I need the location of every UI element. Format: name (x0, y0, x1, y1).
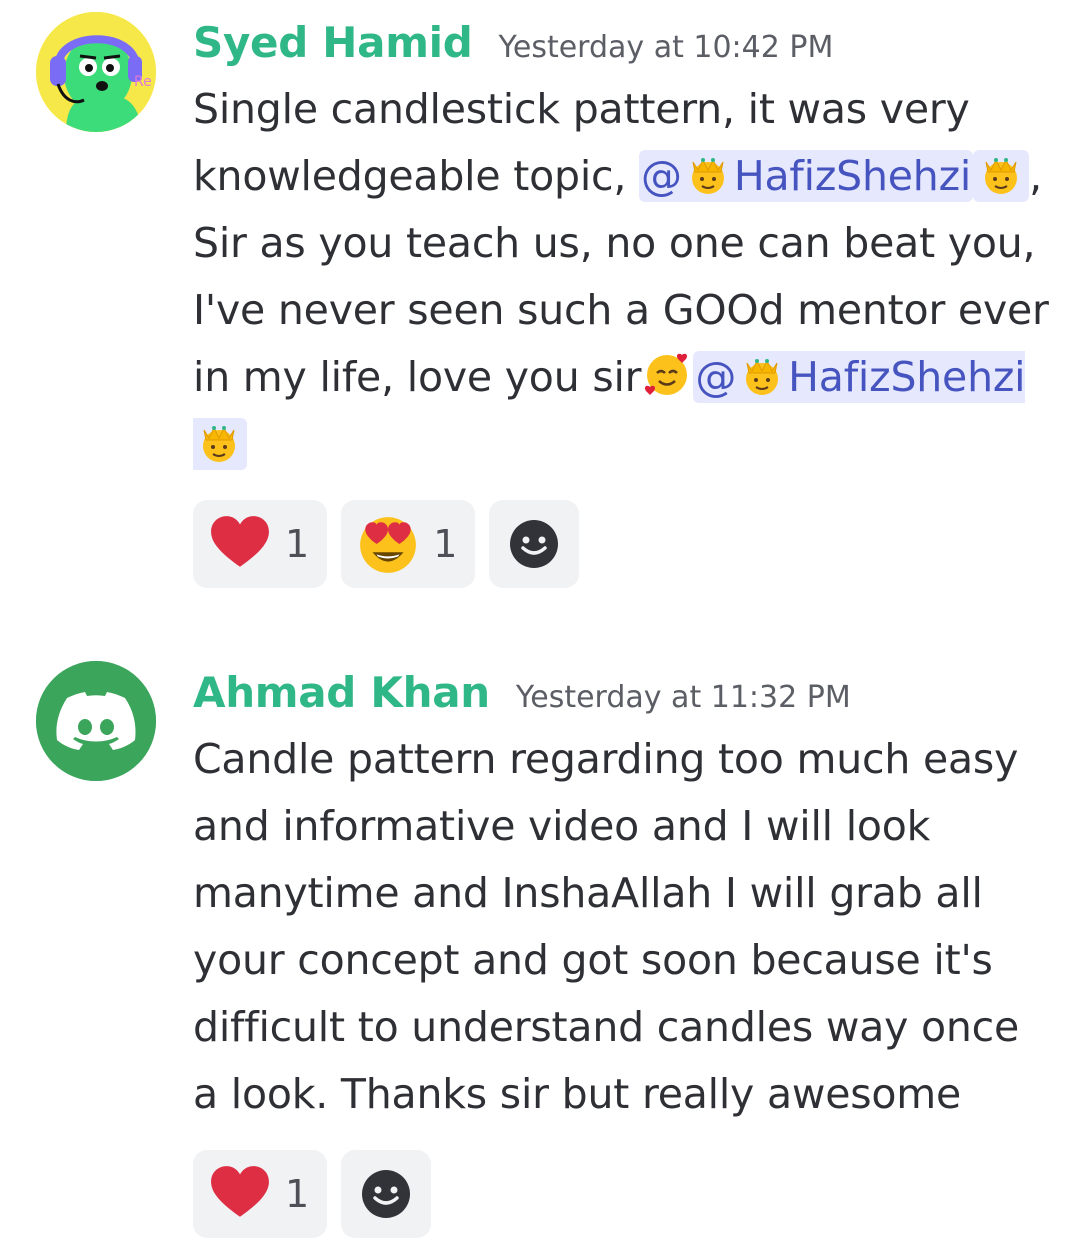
prince-emoji-icon (976, 148, 1026, 198)
smiley-add-reaction-icon (362, 1170, 411, 1218)
reaction-count: 1 (285, 1172, 310, 1216)
user-mention-emoji[interactable] (973, 148, 1030, 202)
smiling-face-with-hearts-icon (642, 349, 692, 399)
add-reaction-button[interactable] (341, 1150, 432, 1238)
message-header: Syed Hamid Yesterday at 10:42 PM (193, 18, 833, 74)
mention-name: HafizShehzi (788, 353, 1026, 401)
reactions-bar: 1 (193, 1150, 432, 1238)
mention-at: @ (695, 353, 737, 401)
mention-at: @ (641, 152, 682, 200)
avatar[interactable]: Re (36, 12, 156, 132)
smiley-add-reaction-icon (510, 520, 559, 568)
reaction-heart[interactable]: 1 (193, 1150, 328, 1238)
message-text: Candle pattern regarding too much easy a… (193, 735, 1020, 1118)
prince-emoji-icon (194, 416, 244, 466)
add-reaction-button[interactable] (489, 500, 580, 588)
red-heart-icon (211, 1166, 269, 1217)
message-content: Candle pattern regarding too much easy a… (193, 726, 1053, 1128)
cartoon-headset-avatar-icon: Re (36, 12, 156, 132)
reaction-heart[interactable]: 1 (193, 500, 328, 588)
heart-eyes-face-icon (360, 517, 417, 573)
message-content: Single candlestick pattern, it was very … (193, 76, 1053, 478)
timestamp: Yesterday at 10:42 PM (498, 30, 834, 65)
username[interactable]: Syed Hamid (193, 18, 473, 67)
reaction-count: 1 (285, 522, 310, 566)
prince-emoji-icon (737, 349, 787, 399)
username[interactable]: Ahmad Khan (193, 668, 490, 717)
message-header: Ahmad Khan Yesterday at 11:32 PM (193, 668, 851, 724)
prince-emoji-icon (683, 148, 733, 198)
mention-name: HafizShehzi (733, 152, 972, 200)
user-mention[interactable]: @ HafizShehzi (639, 148, 974, 202)
timestamp: Yesterday at 11:32 PM (515, 680, 851, 715)
discord-logo-icon (36, 661, 156, 781)
reaction-heart-eyes[interactable]: 1 (341, 500, 476, 588)
svg-text:Re: Re (134, 74, 152, 90)
avatar[interactable] (36, 661, 156, 781)
reaction-count: 1 (433, 522, 458, 566)
reactions-bar: 1 1 (193, 500, 580, 588)
red-heart-icon (211, 516, 269, 567)
